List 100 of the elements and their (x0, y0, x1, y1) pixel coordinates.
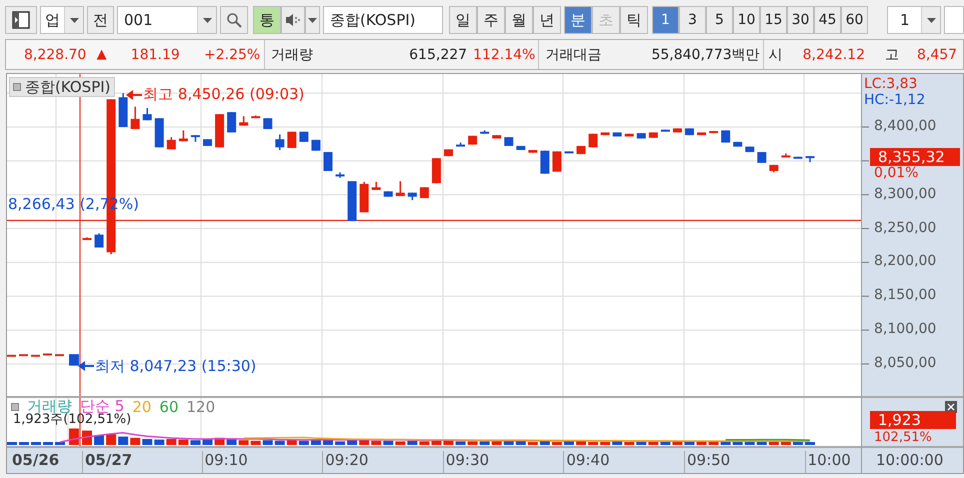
current-price: 8,228.70 (24, 46, 86, 62)
volume-bar (55, 442, 65, 445)
volume-bar (576, 441, 586, 445)
prev-button[interactable]: 전 (87, 6, 114, 34)
period-tab[interactable]: 년 (533, 6, 561, 34)
date-label: 05/27 (82, 451, 132, 473)
amount-value: 55,840,773백만 (651, 46, 760, 64)
option-field[interactable] (944, 6, 964, 34)
time-label: 09:50 (684, 451, 730, 473)
period-tab[interactable]: 주 (477, 6, 505, 34)
candle (660, 130, 670, 132)
volume-bar (419, 441, 430, 445)
sync-button[interactable]: 통 (253, 6, 281, 34)
candle (806, 156, 814, 162)
candle (275, 134, 284, 150)
candle (685, 128, 694, 136)
high-marker: 최고 8,450,26 (09:03) (143, 85, 304, 104)
period-tab[interactable]: 일 (449, 6, 477, 34)
arrow-icon (126, 90, 142, 100)
interval-tab[interactable]: 1 (652, 6, 679, 34)
volume-bar (226, 440, 237, 445)
volume-bar (660, 442, 670, 445)
candle (540, 150, 550, 174)
unit-tab[interactable]: 분 (564, 6, 592, 34)
volume-bar (624, 442, 634, 445)
volume-bar (323, 440, 333, 445)
chart-title[interactable]: 종합(KOSPI) (9, 77, 115, 97)
volume-bar (118, 436, 128, 445)
volume-bar (250, 440, 261, 445)
axis-label: 8,150,00 (874, 287, 936, 304)
volume-bar (684, 442, 694, 445)
volume-bar (805, 442, 815, 445)
volume-bar (756, 442, 767, 445)
volume-bar (600, 442, 610, 445)
low-marker: 최저 8,047,23 (15:30) (95, 356, 256, 376)
candle (648, 132, 658, 138)
market-type-dropdown[interactable]: 업 (40, 6, 84, 34)
candle (372, 182, 381, 190)
legend-label: 거래량 (27, 398, 72, 415)
axis-label: 8,250,00 (874, 220, 936, 236)
volume-bar (347, 440, 358, 445)
candle (299, 132, 308, 142)
legend-label: 20 (132, 398, 152, 416)
volume-bar (672, 442, 682, 445)
speaker-menu-button[interactable] (305, 6, 320, 34)
volume-bar (383, 440, 394, 445)
candle (612, 132, 622, 136)
time-label: 09:40 (563, 451, 610, 473)
candle (384, 191, 393, 197)
volume-bar (732, 442, 743, 445)
volume-bar (768, 442, 779, 445)
candle (43, 353, 52, 356)
caret-icon (926, 18, 936, 22)
candle (420, 187, 429, 198)
arrow-icon (78, 361, 94, 372)
volume-bar (335, 441, 346, 445)
candle (31, 354, 40, 357)
candle (600, 132, 610, 136)
candle (251, 116, 260, 118)
volume-bar (588, 442, 598, 445)
unit-tab[interactable]: 틱 (620, 6, 648, 34)
axis-label: 8,100,00 (874, 321, 936, 338)
layout-button[interactable] (5, 6, 37, 34)
volume-bar (456, 441, 466, 445)
volume-bar (708, 442, 719, 445)
volume-bar (431, 440, 442, 445)
search-icon (226, 12, 242, 28)
search-button[interactable] (220, 6, 248, 34)
caret-icon (202, 18, 212, 22)
volume-bar (492, 441, 502, 445)
candle (480, 130, 490, 134)
candle (745, 146, 754, 152)
speaker-button[interactable] (281, 6, 305, 34)
interval-tab[interactable]: 15 (760, 6, 787, 34)
candle (516, 146, 526, 150)
speaker-icon (285, 13, 301, 27)
candle (166, 137, 176, 150)
candle (576, 146, 586, 154)
candle (793, 156, 802, 159)
interval-tab[interactable]: 30 (787, 6, 814, 34)
volume-bar (31, 442, 41, 445)
candle (552, 151, 562, 172)
volume-bar (504, 441, 514, 445)
name-field[interactable]: 종합(KOSPI) (323, 6, 443, 34)
candle (468, 136, 478, 145)
count-dropdown[interactable]: 1 (887, 6, 941, 34)
layout-icon (12, 11, 30, 29)
code-dropdown[interactable]: 001 (117, 6, 217, 34)
candle (733, 142, 742, 147)
period-tab[interactable]: 월 (505, 6, 533, 34)
interval-tab[interactable]: 60 (841, 6, 868, 34)
interval-tab[interactable]: 10 (733, 6, 760, 34)
interval-tab[interactable]: 45 (814, 6, 841, 34)
volume-bar (516, 441, 526, 445)
candle (311, 140, 320, 151)
interval-tab[interactable]: 3 (679, 6, 706, 34)
interval-tab[interactable]: 5 (706, 6, 733, 34)
volume-bar (696, 442, 707, 445)
legend-label: 120 (186, 398, 216, 416)
candle (190, 135, 200, 142)
